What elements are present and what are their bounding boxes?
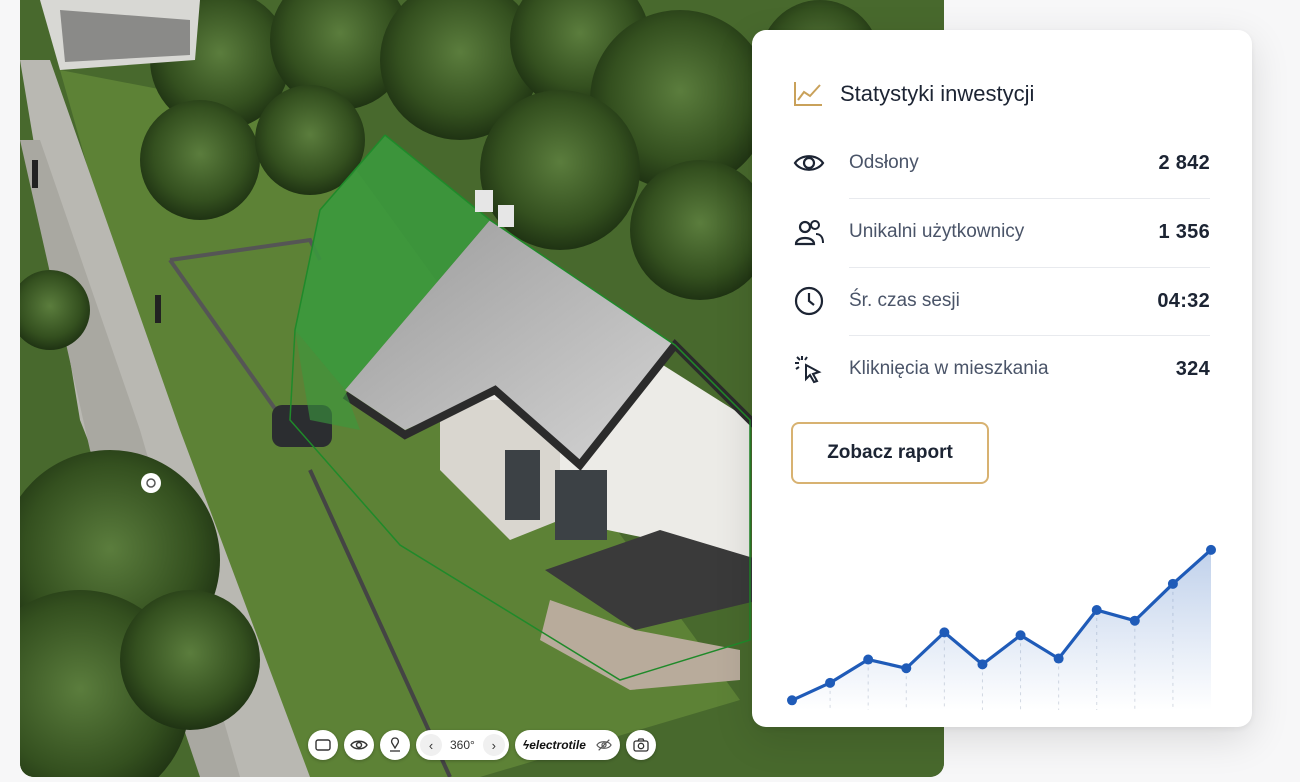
viewer-toolbar: ‹ 360° › ϟelectrotile bbox=[308, 728, 656, 762]
rotate-next-button[interactable]: › bbox=[482, 734, 505, 756]
stat-row-unique-users: Unikalni użytkownicy 1 356 bbox=[792, 207, 1210, 257]
chart-area bbox=[792, 549, 1211, 710]
stat-value: 04:32 bbox=[1157, 289, 1210, 312]
chart-data-point bbox=[1206, 544, 1216, 555]
brand-pill[interactable]: ϟelectrotile bbox=[514, 730, 620, 760]
users-icon bbox=[792, 215, 826, 249]
clock-icon bbox=[792, 284, 826, 318]
stat-value: 324 bbox=[1175, 357, 1210, 380]
brand-logo: ϟelectrotile bbox=[523, 738, 586, 752]
rotate-prev-button[interactable]: ‹ bbox=[420, 734, 442, 756]
click-icon bbox=[792, 352, 826, 386]
chart-data-point bbox=[901, 663, 912, 674]
stat-value: 1 356 bbox=[1158, 220, 1210, 243]
chart-data-point bbox=[787, 695, 797, 706]
camera-icon bbox=[633, 738, 649, 752]
chart-data-point bbox=[1167, 578, 1178, 589]
chart-data-point bbox=[1053, 653, 1064, 664]
rectangle-icon bbox=[315, 739, 331, 751]
stat-label: Odsłony bbox=[849, 152, 919, 173]
stat-label: Unikalni użytkownicy bbox=[849, 221, 1025, 242]
screenshot-button[interactable] bbox=[625, 730, 656, 760]
chart-data-point bbox=[825, 677, 836, 688]
chart-data-point bbox=[1015, 630, 1026, 641]
stat-row-avg-session: Śr. czas sesji 04:32 bbox=[792, 276, 1210, 326]
rotation-control: ‹ 360° › bbox=[416, 730, 509, 760]
stat-row-views: Odsłony 2 842 bbox=[792, 138, 1210, 188]
card-title: Statystyki inwestycji bbox=[840, 81, 1035, 106]
divider bbox=[849, 267, 1210, 268]
stat-label: Kliknięcia w mieszkania bbox=[849, 358, 1049, 379]
view-toggle-button[interactable] bbox=[344, 730, 374, 760]
view-report-button[interactable]: Zobacz raport bbox=[791, 422, 989, 484]
card-header: Statystyki inwestycji bbox=[792, 80, 1034, 108]
investment-stats-card: Statystyki inwestycji Odsłony 2 842 Unik… bbox=[752, 30, 1252, 727]
map-pin-icon bbox=[390, 737, 400, 752]
eye-icon bbox=[792, 146, 826, 180]
stat-label: Śr. czas sesji bbox=[849, 290, 960, 311]
rotation-degrees: 360° bbox=[450, 738, 475, 752]
chart-data-point bbox=[1129, 615, 1140, 626]
chart-data-point bbox=[863, 654, 874, 665]
chart-data-point bbox=[1091, 605, 1102, 616]
chart-data-point bbox=[977, 659, 988, 670]
stat-row-apartment-clicks: Kliknięcia w mieszkania 324 bbox=[792, 344, 1210, 394]
eye-slash-icon bbox=[596, 739, 612, 751]
divider bbox=[849, 198, 1210, 199]
line-chart-icon bbox=[794, 82, 822, 106]
pin-button[interactable] bbox=[380, 730, 410, 760]
divider bbox=[849, 335, 1210, 336]
stat-value: 2 842 bbox=[1158, 151, 1210, 174]
fullscreen-button[interactable] bbox=[308, 730, 338, 760]
brand-name: electrotile bbox=[529, 738, 586, 752]
chart-data-point bbox=[939, 627, 950, 638]
stats-line-chart bbox=[787, 544, 1216, 710]
eye-icon bbox=[350, 740, 368, 750]
